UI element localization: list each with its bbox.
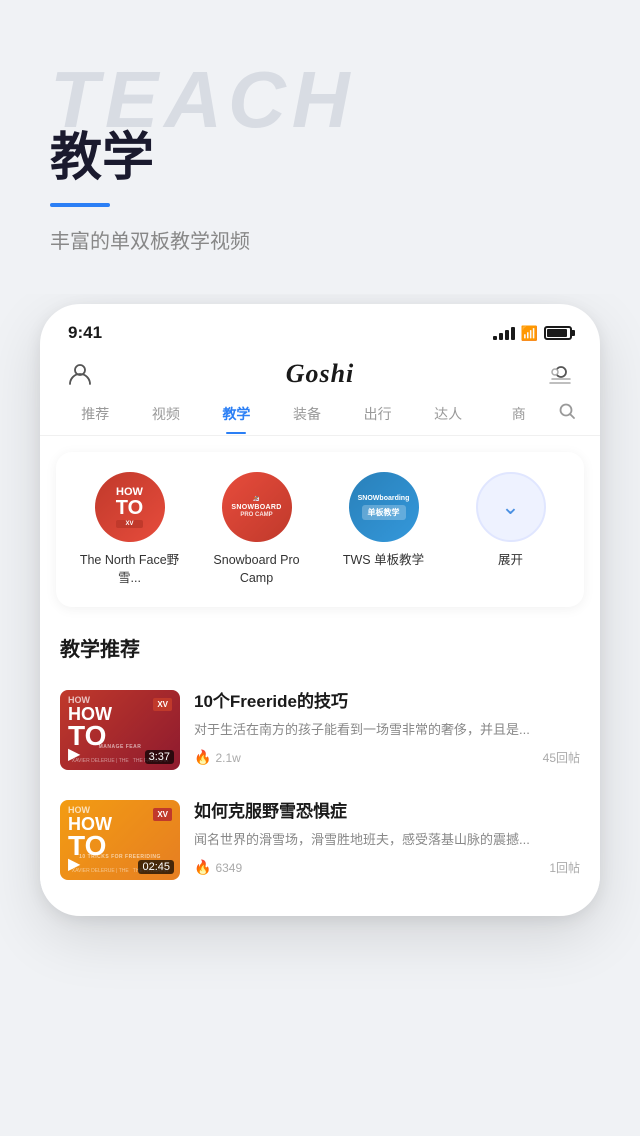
teach-title-en: TEACH xyxy=(50,60,590,140)
status-icons: 📶 xyxy=(493,325,572,342)
article-item-2[interactable]: HOW HOW TO XV 10 TRICKS FOR FREERIDING X… xyxy=(40,786,600,894)
tab-recommend[interactable]: 推荐 xyxy=(60,404,131,434)
article-title-2: 如何克服野雪恐惧症 xyxy=(194,800,580,824)
article-desc-2: 闻名世界的滑雪场，滑雪胜地班夫，感受落基山脉的震撼... xyxy=(194,830,580,850)
app-logo: Goshi xyxy=(286,359,355,389)
battery-icon xyxy=(544,326,572,340)
fire-icon: 🔥 xyxy=(194,749,211,766)
tab-pro[interactable]: 达人 xyxy=(413,404,484,434)
category-snowboard[interactable]: 🏂 SNOWBOARD PRO CAMP Snowboard Pro Camp xyxy=(207,472,307,587)
thumbnail-1: HOW HOW TO XV MANAGE FEAR XAVIER DELERUE… xyxy=(60,690,180,770)
article-views-2: 🔥 6349 xyxy=(194,859,242,876)
article-replies-1: 45回帖 xyxy=(543,749,580,766)
tab-shop[interactable]: 商 xyxy=(483,404,554,434)
article-desc-1: 对于生活在南方的孩子能看到一场雪非常的奢侈，并且是... xyxy=(194,720,580,740)
weather-icon[interactable] xyxy=(544,358,576,390)
category-tws-label: TWS 单板教学 xyxy=(343,552,424,570)
accent-line xyxy=(50,203,110,207)
article-views-1: 🔥 2.1w xyxy=(194,749,241,766)
status-time: 9:41 xyxy=(68,323,102,343)
app-header: Goshi xyxy=(40,348,600,396)
content-list: HOW HOW TO XV MANAGE FEAR XAVIER DELERUE… xyxy=(40,676,600,894)
signal-icon xyxy=(493,326,515,340)
tab-video[interactable]: 视频 xyxy=(131,404,202,434)
category-section: HOW TO XV The North Face野雪... 🏂 SNOWBOAR… xyxy=(56,452,584,607)
category-tws[interactable]: SNOWboarding 单板教学 TWS 单板教学 xyxy=(334,472,434,570)
category-snowboard-label: Snowboard Pro Camp xyxy=(207,552,307,587)
category-expand-label: 展开 xyxy=(498,552,523,570)
search-icon[interactable] xyxy=(554,402,580,435)
nav-tabs: 推荐 视频 教学 装备 出行 达人 商 xyxy=(40,396,600,436)
article-title-1: 10个Freeride的技巧 xyxy=(194,690,580,714)
thumbnail-2: HOW HOW TO XV 10 TRICKS FOR FREERIDING X… xyxy=(60,800,180,880)
section-title-recommend: 教学推荐 xyxy=(40,623,600,676)
status-bar: 9:41 📶 xyxy=(40,304,600,348)
subtitle: 丰富的单双板教学视频 xyxy=(50,225,590,254)
tab-teach[interactable]: 教学 xyxy=(201,404,272,434)
phone-mockup: 9:41 📶 Gos xyxy=(0,304,640,946)
fire-icon-2: 🔥 xyxy=(194,859,211,876)
article-item-1[interactable]: HOW HOW TO XV MANAGE FEAR XAVIER DELERUE… xyxy=(40,676,600,784)
category-northface-label: The North Face野雪... xyxy=(80,552,180,587)
tab-gear[interactable]: 装备 xyxy=(272,404,343,434)
category-expand[interactable]: ⌄ 展开 xyxy=(461,472,561,570)
article-replies-2: 1回帖 xyxy=(549,859,580,876)
chevron-down-icon: ⌄ xyxy=(501,494,519,520)
tab-travel[interactable]: 出行 xyxy=(342,404,413,434)
category-northface[interactable]: HOW TO XV The North Face野雪... xyxy=(80,472,180,587)
wifi-icon: 📶 xyxy=(521,325,538,342)
user-icon[interactable] xyxy=(64,358,96,390)
